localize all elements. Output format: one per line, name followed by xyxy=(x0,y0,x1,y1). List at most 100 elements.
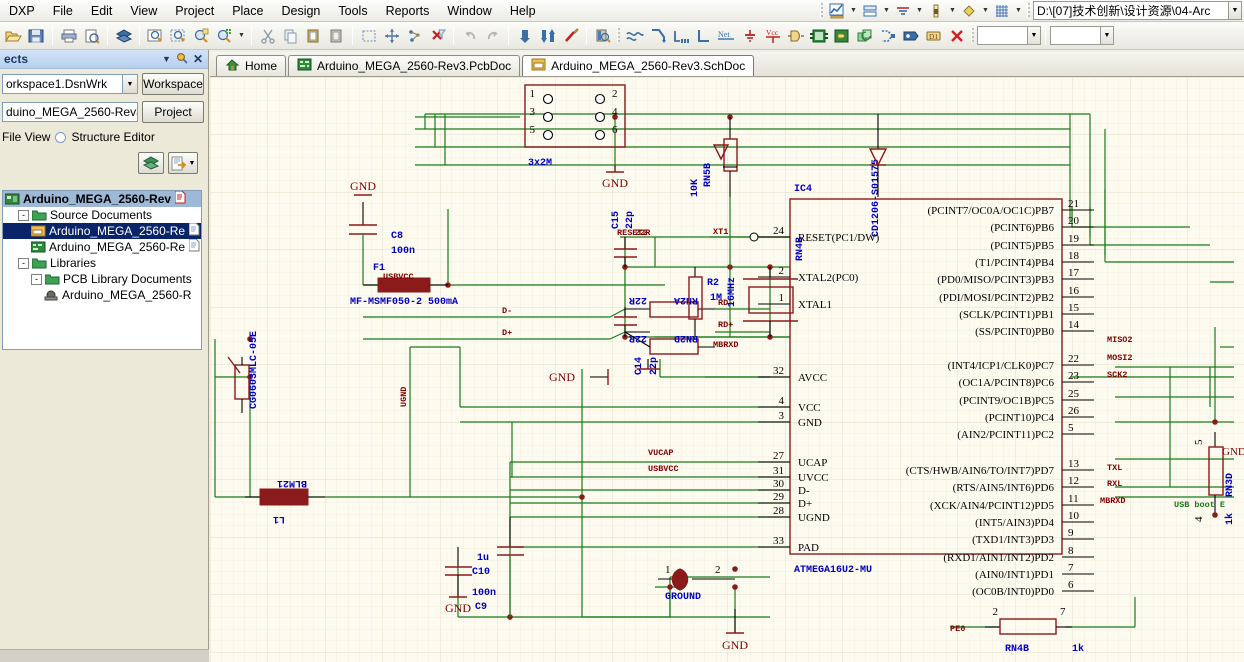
tree-item[interactable]: - Libraries xyxy=(3,255,201,271)
toolbar-grip[interactable] xyxy=(820,3,823,18)
pin-icon[interactable] xyxy=(176,52,188,67)
zoom-dropdown-icon[interactable]: ▼ xyxy=(236,26,247,46)
path-toolbar-grip[interactable] xyxy=(1027,3,1030,18)
place-toolbar-grip[interactable] xyxy=(617,28,620,43)
schematic-drawing[interactable]: 1 3 5 2 4 6 3x2M GND RN5B 10K CD1206-S01… xyxy=(210,77,1244,662)
align-center-icon[interactable] xyxy=(892,1,914,21)
project-button[interactable]: Project xyxy=(142,101,204,123)
align-objects-icon[interactable] xyxy=(403,24,426,47)
zoom-out-icon[interactable] xyxy=(213,24,236,47)
open-document-icon[interactable]: ▼ xyxy=(168,152,198,174)
place-device-sheet-icon[interactable] xyxy=(853,24,876,47)
tree-item[interactable]: - PCB Library Documents xyxy=(3,271,201,287)
jump-updown-icon[interactable] xyxy=(536,24,559,47)
tree-item[interactable]: Arduino_MEGA_2560-R xyxy=(3,287,201,303)
grid-dropdown-icon[interactable]: ▼ xyxy=(1013,1,1024,21)
menu-item-view[interactable]: View xyxy=(121,2,166,20)
dropdown-icon[interactable]: ▼ xyxy=(162,54,171,64)
menu-item-dxp[interactable]: DXP xyxy=(0,2,44,20)
ruler-dropdown-icon[interactable]: ▼ xyxy=(947,1,958,21)
filter-combo-2[interactable]: ▼ xyxy=(1050,26,1114,45)
menu-item-reports[interactable]: Reports xyxy=(377,2,439,20)
chevron-down-icon[interactable]: ▼ xyxy=(122,75,137,93)
place-bus-icon[interactable] xyxy=(646,24,669,47)
menu-item-window[interactable]: Window xyxy=(438,2,500,20)
tree-item[interactable]: Arduino_MEGA_2560-Re xyxy=(3,222,201,239)
place-no-erc-icon[interactable] xyxy=(945,24,968,47)
menu-item-help[interactable]: Help xyxy=(501,2,545,20)
place-line-icon[interactable] xyxy=(692,24,715,47)
menu-item-project[interactable]: Project xyxy=(166,2,223,20)
origin-dropdown-icon[interactable]: ▼ xyxy=(980,1,991,21)
structure-editor-label[interactable]: Structure Editor xyxy=(71,130,154,144)
open-icon[interactable] xyxy=(2,24,25,47)
board-icon[interactable] xyxy=(112,24,135,47)
grid-icon[interactable] xyxy=(991,1,1013,21)
print-icon[interactable] xyxy=(57,24,80,47)
undo-icon[interactable] xyxy=(458,24,481,47)
place-netlabel-icon[interactable]: Net xyxy=(715,24,738,47)
select-region-icon[interactable] xyxy=(357,24,380,47)
path-dropdown-icon[interactable]: ▼ xyxy=(1229,1,1242,20)
place-sheet-symbol-icon[interactable] xyxy=(807,24,830,47)
filter-toolbar-grip[interactable] xyxy=(971,28,974,43)
place-vcc-icon[interactable]: Vcc xyxy=(761,24,784,47)
tree-item[interactable]: - Source Documents xyxy=(3,207,201,223)
tree-expander-icon[interactable]: - xyxy=(18,209,29,221)
align-center-dropdown-icon[interactable]: ▼ xyxy=(914,1,925,21)
origin-icon[interactable] xyxy=(958,1,980,21)
zoom-in-icon[interactable] xyxy=(190,24,213,47)
paste-special-icon[interactable] xyxy=(325,24,348,47)
chevron-down-icon[interactable]: ▼ xyxy=(189,160,196,167)
project-path-field[interactable]: D:\[07]技术创新\设计资源\04-Arc xyxy=(1033,1,1229,20)
chevron-down-icon[interactable]: ▼ xyxy=(1027,27,1040,44)
chart-dropdown-icon[interactable]: ▼ xyxy=(848,1,859,21)
copy-icon[interactable] xyxy=(279,24,302,47)
tree-item[interactable]: Arduino_MEGA_2560-Rev xyxy=(3,191,201,207)
chart-icon[interactable] xyxy=(826,1,848,21)
align-top-icon[interactable] xyxy=(859,1,881,21)
ruler-icon[interactable] xyxy=(925,1,947,21)
file-view-label[interactable]: File View xyxy=(2,130,50,144)
chevron-down-icon[interactable]: ▼ xyxy=(1100,27,1113,44)
save-icon[interactable] xyxy=(25,24,48,47)
place-harness-icon[interactable] xyxy=(876,24,899,47)
tree-item[interactable]: Arduino_MEGA_2560-Re xyxy=(3,238,201,255)
align-dropdown-icon[interactable]: ▼ xyxy=(881,1,892,21)
zoom-area-icon[interactable] xyxy=(144,24,167,47)
place-port-icon[interactable] xyxy=(899,24,922,47)
jump-down-icon[interactable] xyxy=(513,24,536,47)
menu-item-edit[interactable]: Edit xyxy=(82,2,122,20)
place-directive-icon[interactable]: D1 xyxy=(922,24,945,47)
cut-icon[interactable] xyxy=(256,24,279,47)
place-bus-entry-icon[interactable] xyxy=(669,24,692,47)
tree-expander-icon[interactable]: - xyxy=(31,273,42,285)
menu-item-design[interactable]: Design xyxy=(272,2,329,20)
menu-item-file[interactable]: File xyxy=(44,2,82,20)
place-gnd-icon[interactable] xyxy=(738,24,761,47)
paste-icon[interactable] xyxy=(302,24,325,47)
project-tree[interactable]: Arduino_MEGA_2560-Rev - Source Documents Ar… xyxy=(2,190,202,350)
tab-pcbdoc[interactable]: Arduino_MEGA_2560-Rev3.PcbDoc xyxy=(288,55,521,76)
move-icon[interactable] xyxy=(380,24,403,47)
browse-library-icon[interactable] xyxy=(591,24,614,47)
menu-item-place[interactable]: Place xyxy=(223,2,272,20)
clear-filter-icon[interactable] xyxy=(426,24,449,47)
tree-expander-icon[interactable]: - xyxy=(18,257,29,269)
filter-combo-1[interactable]: ▼ xyxy=(977,26,1041,45)
menu-item-tools[interactable]: Tools xyxy=(329,2,376,20)
redo-icon[interactable] xyxy=(481,24,504,47)
zoom-window-icon[interactable] xyxy=(167,24,190,47)
place-sheet-entry-icon[interactable] xyxy=(830,24,853,47)
workspace-dropdown[interactable]: orkspace1.DsnWrk ▼ xyxy=(2,74,138,94)
compile-icon[interactable] xyxy=(138,152,164,174)
close-icon[interactable]: ✕ xyxy=(193,52,203,66)
tab-schdoc[interactable]: Arduino_MEGA_2560-Rev3.SchDoc xyxy=(522,55,755,76)
print-preview-icon[interactable] xyxy=(80,24,103,47)
place-wire-icon[interactable] xyxy=(623,24,646,47)
schematic-canvas[interactable]: 1 3 5 2 4 6 3x2M GND RN5B 10K CD1206-S01… xyxy=(210,77,1244,662)
structure-editor-radio[interactable] xyxy=(55,131,67,143)
tab-home[interactable]: Home xyxy=(216,55,287,76)
place-part-icon[interactable] xyxy=(784,24,807,47)
workspace-button[interactable]: Workspace xyxy=(142,73,204,95)
